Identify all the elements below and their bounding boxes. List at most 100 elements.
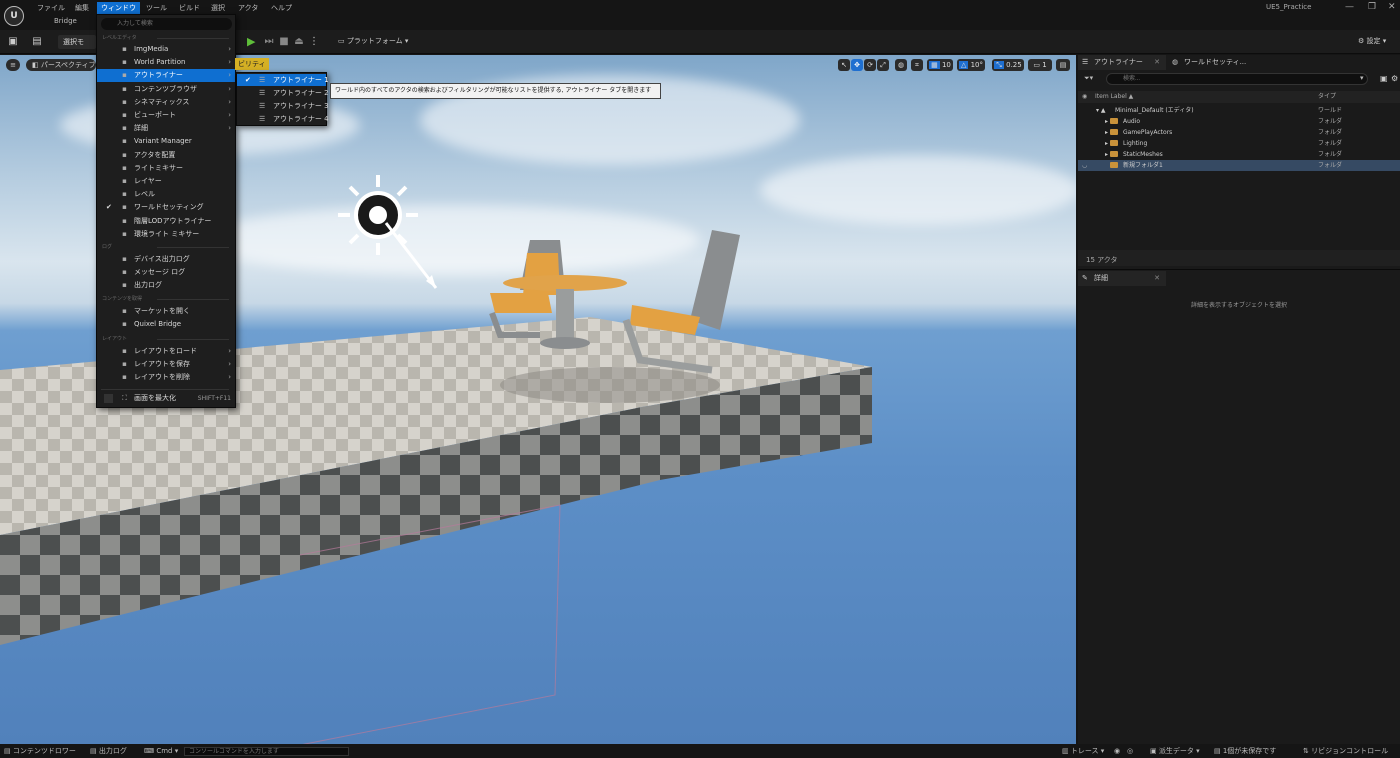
menu-item-content-0[interactable]: ▪ マーケットを開く: [97, 305, 235, 318]
cmd-button[interactable]: ⌨ Cmd ▾: [144, 745, 178, 758]
record-icon[interactable]: ◉: [1114, 745, 1120, 758]
lod-icon: ▪: [122, 216, 127, 225]
translate-tool-icon[interactable]: ✥: [851, 59, 863, 71]
content-drawer-button[interactable]: ▤ コンテンツドロワー: [4, 745, 76, 758]
expand-icon[interactable]: ▾ ▲: [1096, 105, 1106, 116]
menu-item-level-11[interactable]: ▪ レベル: [97, 188, 235, 201]
console-command-input[interactable]: [184, 747, 349, 756]
outliner-row-folder[interactable]: ▸ Lighting フォルダ: [1078, 138, 1400, 149]
menu-item-content-1[interactable]: ▪ Quixel Bridge: [97, 318, 235, 331]
fullscreen-menu-item[interactable]: ⛶ 画面を最大化 SHIFT+F11: [97, 392, 235, 405]
add-folder-icon[interactable]: ▣: [1380, 74, 1388, 83]
column-type[interactable]: タイプ: [1318, 91, 1336, 103]
minimize-icon[interactable]: —: [1345, 2, 1354, 12]
menu-item-layout-0[interactable]: ▪ レイアウトをロード ›: [97, 345, 235, 358]
checkbox-icon[interactable]: [104, 394, 113, 403]
menu-item-level-14[interactable]: ▪ 環境ライト ミキサー: [97, 228, 235, 241]
revision-control-button[interactable]: ⇅ リビジョンコントロール: [1303, 745, 1388, 758]
rotate-tool-icon[interactable]: ⟳: [864, 59, 876, 71]
menu-help[interactable]: ヘルプ: [267, 2, 296, 14]
tab-world-settings[interactable]: ◍ ワールドセッティ...: [1168, 55, 1258, 70]
settings-button[interactable]: ⚙ 設定 ▾: [1358, 36, 1386, 46]
menu-item-log-0[interactable]: ▪ デバイス出力ログ: [97, 253, 235, 266]
outliner-4-item[interactable]: ☰ アウトライナー 4: [237, 113, 329, 125]
scale-snap-button[interactable]: ⤡ 0.25: [992, 59, 1024, 71]
outliner-1-item[interactable]: ✔ ☰ アウトライナー 1: [237, 74, 329, 86]
viewport-options-icon[interactable]: ▤: [1056, 59, 1070, 71]
search-dropdown-icon[interactable]: ▾: [1360, 74, 1364, 82]
chevron-right-icon: ›: [228, 58, 231, 67]
menu-item-layout-2[interactable]: ▪ レイアウトを削除 ›: [97, 371, 235, 384]
menu-item-level-2[interactable]: ▪ アウトライナー ›: [97, 69, 235, 83]
unreal-logo-icon[interactable]: U: [4, 6, 24, 26]
select-mode-button[interactable]: 選択モ: [58, 35, 96, 49]
menu-build[interactable]: ビルド: [175, 2, 204, 14]
visibility-icon[interactable]: ◡: [1082, 160, 1087, 171]
unsaved-button[interactable]: ▤ 1個が未保存です: [1214, 745, 1276, 758]
camera-speed-button[interactable]: ▭ 1: [1028, 59, 1052, 71]
select-tool-icon[interactable]: ↖: [838, 59, 850, 71]
more-options-icon[interactable]: ⋮: [307, 35, 321, 49]
step-icon[interactable]: ⏭: [262, 35, 276, 49]
menu-tools[interactable]: ツール: [142, 2, 171, 14]
platform-button[interactable]: ▭ プラットフォーム ▾: [338, 36, 408, 46]
bridge-tab[interactable]: Bridge: [54, 17, 77, 25]
close-tab-icon[interactable]: ✕: [1154, 271, 1160, 286]
menu-item-level-8[interactable]: ▪ アクタを配置: [97, 149, 235, 162]
derived-data-button[interactable]: ▣ 派生データ ▾: [1150, 745, 1200, 758]
menu-item-level-5[interactable]: ▪ ビューポート ›: [97, 109, 235, 122]
save-icon[interactable]: ▣: [6, 35, 20, 49]
surface-snap-icon[interactable]: ⌗: [911, 59, 923, 71]
menu-item-log-1[interactable]: ▪ メッセージ ログ: [97, 266, 235, 279]
menu-actor[interactable]: アクタ: [234, 2, 262, 14]
menu-item-level-4[interactable]: ▪ シネマティックス ›: [97, 96, 235, 109]
outliner-search-input[interactable]: [1106, 73, 1368, 85]
outliner-row-folder[interactable]: ▸ Audio フォルダ: [1078, 116, 1400, 127]
outliner-row-world[interactable]: ▾ ▲ Minimal_Default (エディタ) ワールド: [1078, 105, 1400, 116]
play-button[interactable]: ▶: [247, 35, 255, 48]
menu-item-level-7[interactable]: ▪ Variant Manager: [97, 135, 235, 148]
menu-window[interactable]: ウィンドウ: [97, 2, 140, 14]
outliner-3-item[interactable]: ☰ アウトライナー 3: [237, 100, 329, 112]
close-icon[interactable]: ✕: [1388, 2, 1396, 12]
menu-item-log-2[interactable]: ▪ 出力ログ: [97, 279, 235, 292]
menu-item-level-6[interactable]: ▪ 詳細 ›: [97, 122, 235, 135]
tab-details[interactable]: ✎ 詳細 ✕: [1078, 271, 1166, 286]
close-tab-icon[interactable]: ✕: [1154, 55, 1160, 70]
perspective-button[interactable]: ◧ パースペクティブ: [26, 59, 96, 71]
menu-file[interactable]: ファイル: [33, 2, 69, 14]
maximize-icon[interactable]: ❐: [1368, 2, 1376, 12]
outliner-row-folder[interactable]: ▸ StaticMeshes フォルダ: [1078, 149, 1400, 160]
stop-icon[interactable]: ■: [277, 35, 291, 49]
menu-select[interactable]: 選択: [207, 2, 229, 14]
column-item-label[interactable]: Item Label ▲: [1095, 91, 1133, 103]
eject-icon[interactable]: ⏏: [292, 35, 306, 49]
trace-button[interactable]: ▥ トレース ▾: [1062, 745, 1104, 758]
outliner-row-folder-selected[interactable]: ◡ 新規フォルダ1 フォルダ: [1078, 160, 1400, 171]
rotation-snap-button[interactable]: △ 10°: [957, 59, 985, 71]
menu-item-level-3[interactable]: ▪ コンテンツブラウザ ›: [97, 83, 235, 96]
menu-item-layout-1[interactable]: ▪ レイアウトを保存 ›: [97, 358, 235, 371]
outliner-2-item[interactable]: ☰ アウトライナー 2: [237, 87, 329, 99]
outliner-row-folder[interactable]: ▸ GamePlayActors フォルダ: [1078, 127, 1400, 138]
menu-item-level-0[interactable]: ▪ ImgMedia ›: [97, 43, 235, 56]
filter-icon[interactable]: ⏷▾: [1084, 74, 1093, 83]
directional-light-icon[interactable]: [336, 173, 446, 303]
world-space-icon[interactable]: ◍: [895, 59, 907, 71]
tab-world-settings-label: ワールドセッティ...: [1184, 58, 1247, 66]
outliner-settings-icon[interactable]: ⚙: [1391, 74, 1398, 83]
content-folder-icon[interactable]: ▤: [30, 35, 44, 49]
scale-tool-icon[interactable]: ⤢: [877, 59, 889, 71]
menu-edit[interactable]: 編集: [71, 2, 93, 14]
menu-item-level-1[interactable]: ▪ World Partition ›: [97, 56, 235, 69]
menu-item-level-9[interactable]: ▪ ライトミキサー: [97, 162, 235, 175]
menu-search-input[interactable]: [101, 18, 232, 30]
menu-item-level-10[interactable]: ▪ レイヤー: [97, 175, 235, 188]
camera-icon[interactable]: ◎: [1127, 745, 1133, 758]
tab-outliner[interactable]: ☰ アウトライナー ✕: [1078, 55, 1166, 70]
menu-item-level-12[interactable]: ✔ ▪ ワールドセッティング: [97, 201, 235, 214]
viewport-menu-button[interactable]: ≡: [6, 59, 20, 71]
output-log-button[interactable]: ▤ 出力ログ: [90, 745, 127, 758]
menu-item-level-13[interactable]: ▪ 階層LODアウトライナー: [97, 215, 235, 228]
grid-snap-button[interactable]: ▦ 10: [927, 59, 953, 71]
